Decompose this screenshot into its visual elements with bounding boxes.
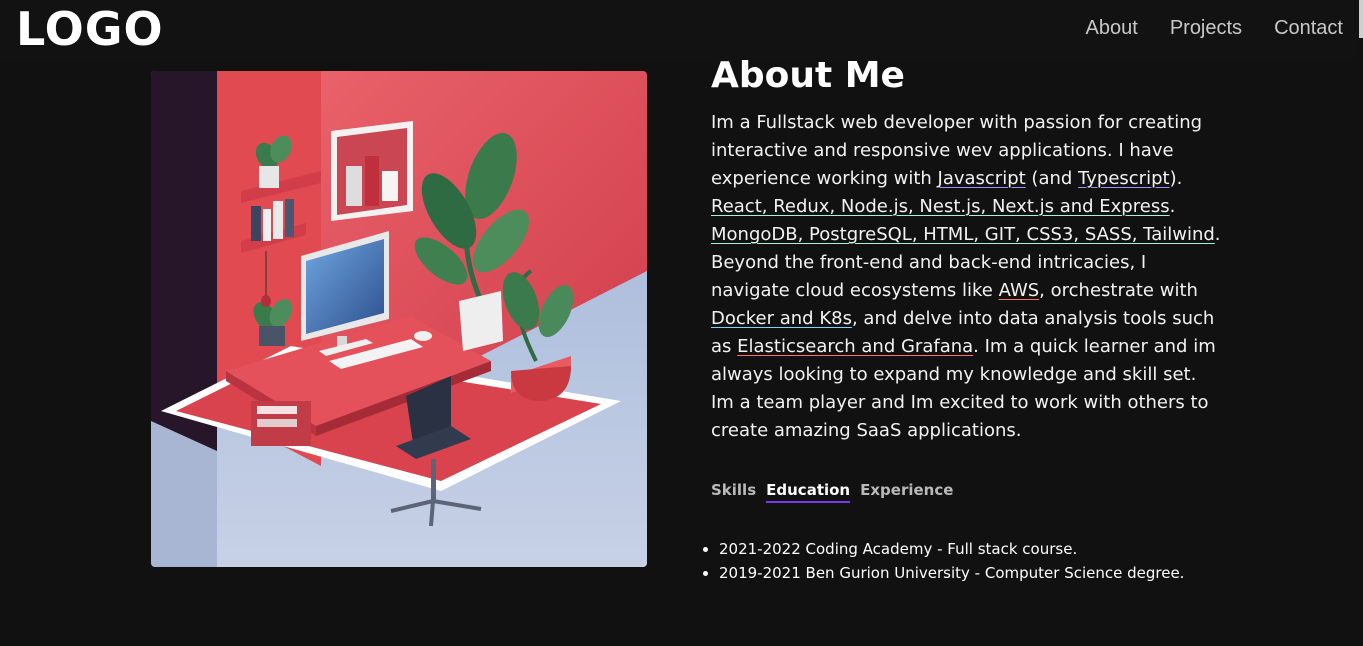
about-title: About Me bbox=[711, 55, 905, 96]
tech-link[interactable]: Elasticsearch and Grafana bbox=[737, 336, 973, 357]
tech-link[interactable]: Javascript bbox=[938, 168, 1026, 189]
bio-text: , orchestrate with bbox=[1039, 280, 1198, 301]
nav-link-projects[interactable]: Projects bbox=[1170, 16, 1242, 40]
tech-link[interactable]: MongoDB, PostgreSQL, HTML, GIT, CSS3, SA… bbox=[711, 224, 1215, 245]
about-section: About Me Im a Fullstack web developer wi… bbox=[711, 56, 1221, 463]
nav-link-contact[interactable]: Contact bbox=[1274, 16, 1343, 40]
logo[interactable]: LOGO bbox=[16, 4, 164, 54]
bio-text: . bbox=[1169, 196, 1176, 217]
nav-link-about[interactable]: About bbox=[1086, 16, 1138, 40]
about-bio: Im a Fullstack web developer with passio… bbox=[711, 109, 1221, 445]
bio-text: ). bbox=[1169, 168, 1183, 189]
education-list: 2021-2022 Coding Academy - Full stack co… bbox=[701, 537, 1184, 585]
education-item: 2019-2021 Ben Gurion University - Comput… bbox=[719, 561, 1184, 585]
navbar: LOGO About Projects Contact bbox=[0, 0, 1357, 60]
desk-setup-illustration bbox=[151, 71, 647, 567]
education-item: 2021-2022 Coding Academy - Full stack co… bbox=[719, 537, 1184, 561]
nav-links: About Projects Contact bbox=[1086, 16, 1343, 40]
workspace-illustration bbox=[151, 71, 647, 567]
tech-link[interactable]: Typescript bbox=[1078, 168, 1170, 189]
tab-bar: Skills Education Experience bbox=[711, 481, 953, 503]
tab-experience[interactable]: Experience bbox=[860, 481, 953, 503]
scrollbar-thumb[interactable] bbox=[1359, 0, 1363, 38]
bio-text: (and bbox=[1025, 168, 1079, 189]
tab-skills[interactable]: Skills bbox=[711, 481, 756, 503]
tab-education[interactable]: Education bbox=[766, 481, 851, 503]
tech-link[interactable]: Docker and K8s bbox=[711, 308, 852, 329]
tech-link[interactable]: React, Redux, Node.js, Nest.js, Next.js … bbox=[711, 196, 1170, 217]
tech-link[interactable]: AWS bbox=[999, 280, 1040, 301]
